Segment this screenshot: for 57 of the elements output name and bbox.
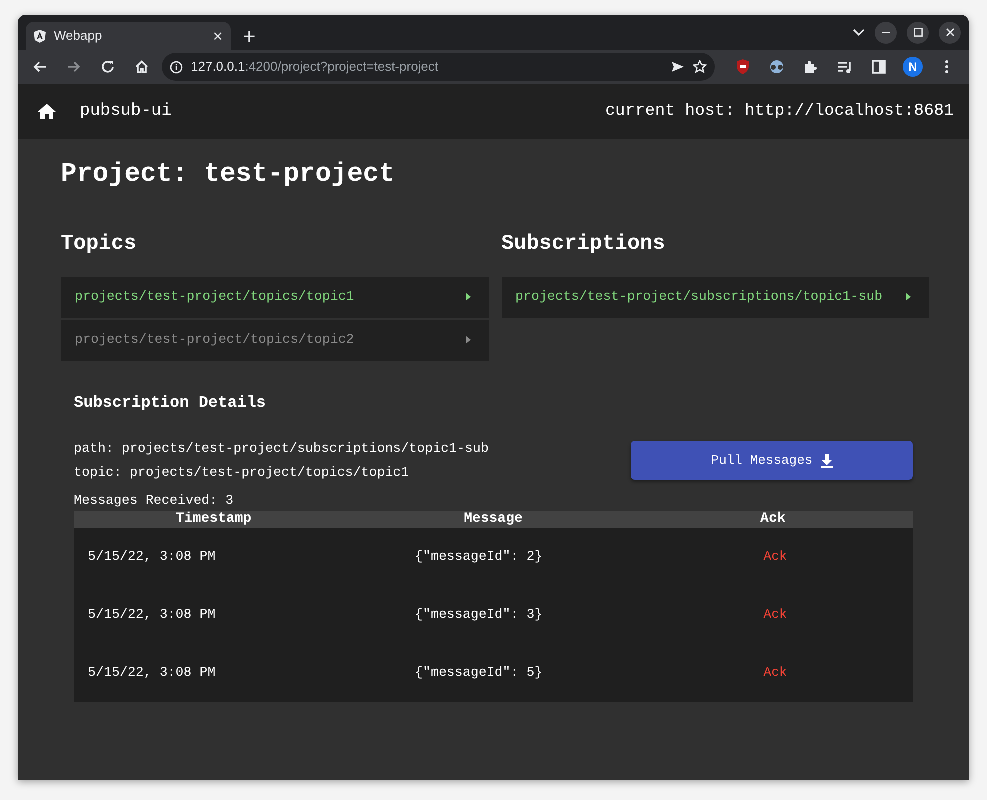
minimize-icon <box>882 32 890 34</box>
shield-icon[interactable] <box>736 59 750 75</box>
address-bar[interactable]: 127.0.0.1:4200/project?project=test-project <box>162 53 715 81</box>
ack-link[interactable]: Ack <box>764 662 788 682</box>
caret-right-icon <box>906 293 911 302</box>
maximize-icon <box>914 28 922 37</box>
close-icon <box>946 28 954 37</box>
browser-tab[interactable]: Webapp × <box>26 22 231 50</box>
app-logo-icon <box>34 30 46 42</box>
info-icon <box>170 60 183 74</box>
ack-link[interactable]: Ack <box>764 604 788 624</box>
caret-right-icon <box>466 293 470 302</box>
chevron-down-icon[interactable] <box>853 28 865 36</box>
message-cell-text: {"messageId": 3} <box>414 606 544 624</box>
app-title[interactable]: pubsub-ui <box>80 98 172 124</box>
url-text: 127.0.0.1:4200/project?project=test-project <box>191 58 439 76</box>
download-icon <box>820 454 833 468</box>
column-header: Timestamp <box>175 510 253 528</box>
send-icon[interactable] <box>671 61 685 73</box>
new-tab-button[interactable]: + <box>239 26 260 48</box>
topic-label: topic: projects/test-project/topics/topic1 <box>74 464 410 482</box>
more-menu-icon[interactable] <box>945 60 949 74</box>
subscription-item[interactable]: projects/test-project/subscriptions/topic1-sub <box>502 276 929 318</box>
timestamp-cell-text: 5/15/22, 3:08 PM <box>88 664 217 682</box>
caret-right-icon <box>466 336 470 344</box>
timestamp-cell-text: 5/15/22, 3:08 PM <box>88 548 217 566</box>
back-arrow-icon[interactable] <box>33 61 47 73</box>
pull-messages-button[interactable]: Pull Messages <box>631 441 913 480</box>
reload-icon[interactable] <box>101 60 115 74</box>
maximize-button[interactable] <box>907 22 929 44</box>
topic-item[interactable]: projects/test-project/topics/topic2 <box>61 320 488 361</box>
tab-title: Webapp <box>54 27 102 46</box>
message-cell-text: {"messageId": 2} <box>414 548 544 566</box>
home-icon[interactable] <box>135 60 149 74</box>
puzzle-icon[interactable] <box>804 60 818 74</box>
playlist-icon[interactable] <box>837 60 853 74</box>
path-label: path: projects/test-project/subscriptions/topic1-sub <box>74 440 489 458</box>
topic-item[interactable]: projects/test-project/topics/topic1 <box>61 276 488 318</box>
forward-arrow-icon[interactable] <box>67 61 81 73</box>
profile-avatar[interactable]: N <box>903 57 923 77</box>
section-heading: Topics <box>61 232 138 258</box>
side-panel-icon[interactable] <box>872 60 886 74</box>
minimize-button[interactable] <box>875 22 897 44</box>
current-host-label: current host: http://localhost:8681 <box>605 100 954 122</box>
details-heading: Subscription Details <box>74 392 268 414</box>
timestamp-cell-text: 5/15/22, 3:08 PM <box>88 606 217 624</box>
close-button[interactable] <box>939 22 961 44</box>
project-heading: Project: test-project <box>61 158 396 191</box>
message-cell-text: {"messageId": 5} <box>414 664 544 682</box>
column-header: Message <box>463 510 524 528</box>
home-icon[interactable] <box>38 104 56 119</box>
ack-link[interactable]: Ack <box>764 546 788 566</box>
messages-count: Messages Received: 3 <box>74 492 235 510</box>
section-heading: Subscriptions <box>502 232 666 258</box>
tab-close-button[interactable]: × <box>213 28 223 44</box>
column-header: Ack <box>760 510 787 528</box>
star-icon[interactable] <box>693 60 707 74</box>
